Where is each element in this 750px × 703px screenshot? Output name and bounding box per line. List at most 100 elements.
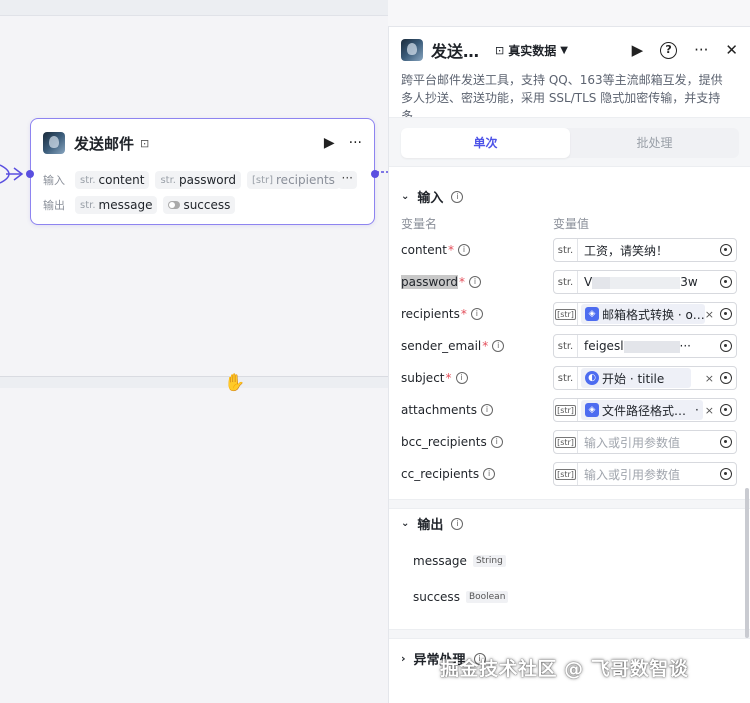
- node-input-port[interactable]: [26, 170, 34, 178]
- node-input-label: 输入: [43, 174, 65, 187]
- reference-target-icon[interactable]: [720, 468, 732, 480]
- reference-target-icon[interactable]: [720, 244, 732, 256]
- reference-target-icon[interactable]: [720, 404, 732, 416]
- info-icon[interactable]: i: [451, 190, 464, 203]
- reference-chip[interactable]: ◈ 文件路径格式… ·: [581, 400, 703, 420]
- send-email-node[interactable]: 发送邮件 ⊡ ▶ ··· 输入 str. content str. password…: [26, 118, 379, 225]
- reference-target-icon[interactable]: [720, 308, 732, 320]
- type-str[interactable]: str.: [554, 367, 578, 389]
- var-value-input[interactable]: [str] 输入或引用参数值: [553, 462, 737, 486]
- remove-icon[interactable]: ×: [705, 404, 716, 417]
- var-name: subject: [401, 371, 445, 385]
- var-value-input[interactable]: [str] ◈ 文件路径格式… · ×: [553, 398, 737, 422]
- start-ref-icon: ◐: [585, 371, 599, 385]
- reference-chip[interactable]: ◐ 开始 · titile: [581, 368, 691, 388]
- var-row-recipients: recipients * i [str] ◈ 邮箱格式转换 · o… ×: [401, 302, 739, 326]
- node-inputs-row: 输入 str. content str. password [str] recipie…: [43, 171, 340, 189]
- toggle-icon: [168, 201, 181, 209]
- data-icon: ⊡: [495, 43, 505, 57]
- reference-target-icon[interactable]: [720, 372, 732, 384]
- chevron-right-icon: ›: [401, 652, 406, 665]
- canvas-divider: [0, 376, 388, 388]
- type-tag: String: [472, 555, 506, 567]
- output-section-header[interactable]: ⌄ 输出 i: [401, 514, 464, 533]
- hand-cursor-icon: ✋: [224, 373, 246, 393]
- node-outputs-row: 输出 str. message success: [43, 196, 236, 214]
- node-output-chip: str. message: [75, 196, 158, 214]
- incoming-edge-arrow-icon: [0, 164, 24, 184]
- plugin-ref-icon: ◈: [585, 307, 599, 321]
- node-header: 发送邮件 ⊡ ▶ ···: [43, 131, 362, 155]
- info-icon[interactable]: i: [470, 308, 483, 320]
- input-section-header[interactable]: ⌄ 输入 i: [401, 187, 464, 206]
- type-tag: Boolean: [465, 591, 509, 603]
- var-value-input[interactable]: str. feigesl ···: [553, 334, 737, 358]
- var-row-sender-email: sender_email * i str. feigesl ···: [401, 334, 739, 358]
- info-icon[interactable]: i: [455, 372, 468, 384]
- section-divider: [389, 629, 750, 639]
- info-icon[interactable]: i: [483, 468, 496, 480]
- node-avatar: [43, 132, 65, 154]
- close-icon[interactable]: ✕: [725, 41, 738, 59]
- help-icon[interactable]: ?: [660, 41, 678, 59]
- tab-single[interactable]: 单次: [401, 128, 570, 158]
- var-row-attachments: attachments i [str] ◈ 文件路径格式… · ×: [401, 398, 739, 422]
- var-value-input[interactable]: str. 工资，请笑纳！: [553, 238, 737, 262]
- var-name: bcc_recipients: [401, 435, 487, 449]
- node-input-chip: [str] recipients: [246, 171, 340, 189]
- more-icon[interactable]: ···: [349, 135, 362, 151]
- node-config-panel: 发送… ⊡ 真实数据 ▼ ▶ ? ··· ✕ 跨平台邮件发送工具，支持 QQ、1…: [388, 26, 750, 703]
- run-icon[interactable]: ▶: [632, 41, 644, 59]
- panel-scrollbar[interactable]: [745, 488, 749, 638]
- info-icon[interactable]: i: [457, 244, 470, 256]
- node-output-port[interactable]: [371, 170, 379, 178]
- tab-batch[interactable]: 批处理: [570, 128, 739, 158]
- var-value-input[interactable]: [str] ◈ 邮箱格式转换 · o… ×: [553, 302, 737, 326]
- data-mode-select[interactable]: ⊡ 真实数据 ▼: [495, 42, 568, 59]
- node-title: 发送邮件: [74, 134, 135, 153]
- reference-target-icon[interactable]: [720, 436, 732, 448]
- var-value-input[interactable]: str. ◐ 开始 · titile ×: [553, 366, 737, 390]
- node-inputs-more[interactable]: ···: [337, 171, 357, 189]
- type-array-str[interactable]: [str]: [554, 463, 578, 485]
- plugin-ref-icon: ◈: [585, 403, 599, 417]
- info-icon[interactable]: i: [451, 517, 464, 530]
- chevron-down-icon: ⌄: [401, 518, 410, 529]
- var-name: attachments: [401, 403, 477, 417]
- col-header-name: 变量名: [401, 217, 438, 231]
- var-value-input[interactable]: [str] 输入或引用参数值: [553, 430, 737, 454]
- type-str[interactable]: str.: [554, 335, 578, 357]
- output-row-message: message String: [413, 554, 506, 568]
- more-icon[interactable]: ···: [694, 41, 708, 59]
- type-str[interactable]: str.: [554, 239, 578, 261]
- var-row-bcc-recipients: bcc_recipients i [str] 输入或引用参数值: [401, 430, 739, 454]
- chevron-down-icon: ⌄: [401, 191, 410, 202]
- watermark: 掘金技术社区 @ 飞哥数智谈: [440, 658, 689, 680]
- panel-header: 发送… ⊡ 真实数据 ▼ ▶ ? ··· ✕: [401, 37, 738, 63]
- node-output-chip: success: [163, 196, 236, 214]
- output-row-success: success Boolean: [413, 590, 509, 604]
- info-icon[interactable]: i: [492, 340, 505, 352]
- type-array-str[interactable]: [str]: [554, 399, 578, 421]
- reference-chip[interactable]: ◈ 邮箱格式转换 · o…: [581, 304, 705, 324]
- info-icon[interactable]: i: [468, 276, 481, 288]
- var-value-input[interactable]: str. V 3w: [553, 270, 737, 294]
- reference-target-icon[interactable]: [720, 340, 732, 352]
- node-output-label: 输出: [43, 199, 65, 212]
- remove-icon[interactable]: ×: [705, 372, 716, 385]
- info-icon[interactable]: i: [480, 404, 493, 416]
- type-array-str[interactable]: [str]: [554, 303, 578, 325]
- panel-title[interactable]: 发送…: [431, 38, 479, 62]
- col-header-value: 变量值: [553, 217, 590, 231]
- var-row-subject: subject * i str. ◐ 开始 · titile ×: [401, 366, 739, 390]
- run-icon[interactable]: ▶: [324, 135, 335, 151]
- info-icon[interactable]: i: [490, 436, 503, 448]
- workflow-canvas[interactable]: ✋ 发送邮件 ⊡ ▶ ··· 输入 str. content str. passwo…: [0, 0, 392, 703]
- mode-tabs: 单次 批处理: [389, 117, 750, 167]
- type-array-str[interactable]: [str]: [554, 431, 578, 453]
- remove-icon[interactable]: ×: [705, 308, 716, 321]
- var-name: content: [401, 243, 447, 257]
- var-name: recipients: [401, 307, 460, 321]
- type-str[interactable]: str.: [554, 271, 578, 293]
- reference-target-icon[interactable]: [720, 276, 732, 288]
